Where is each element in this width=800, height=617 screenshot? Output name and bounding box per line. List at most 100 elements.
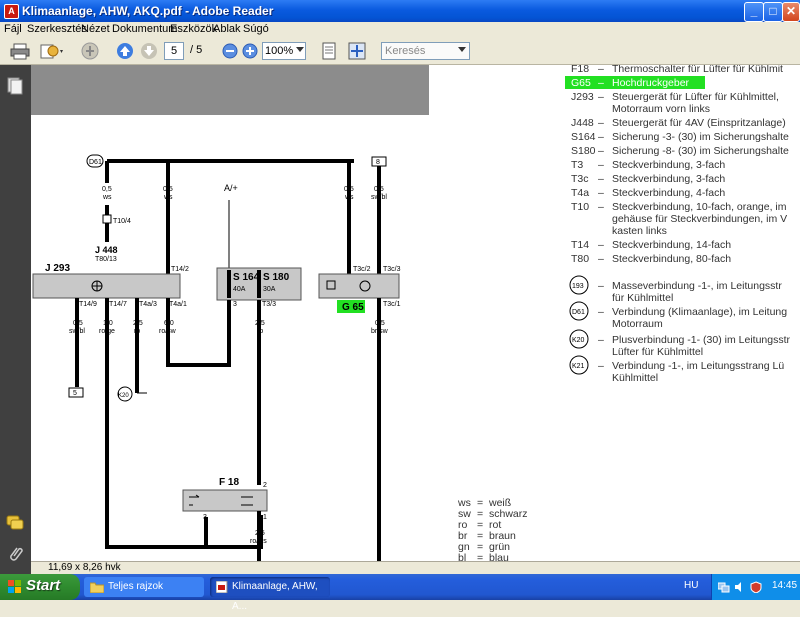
svg-text:K20: K20: [572, 337, 585, 344]
svg-text:Lüfter für Kühlmittel: Lüfter für Kühlmittel: [612, 346, 703, 358]
menu-window[interactable]: Ablak: [213, 23, 241, 35]
svg-text:für Kühlmittel: für Kühlmittel: [612, 292, 673, 304]
security-icon[interactable]: [750, 581, 762, 593]
zoom-dropdown-icon[interactable]: [296, 47, 304, 65]
svg-text:–: –: [598, 173, 604, 185]
language-indicator[interactable]: HU: [684, 580, 698, 591]
svg-text:T14/2: T14/2: [171, 266, 189, 273]
menu-help[interactable]: Súgó: [243, 23, 269, 35]
svg-text:0,5: 0,5: [163, 186, 173, 193]
svg-text:Thermoschalter für Lüfter für: Thermoschalter für Lüfter für Kühlmit: [612, 65, 783, 75]
wire-color-legend: ws = weiß sw = schwarz ro = rot br = bra…: [457, 497, 528, 561]
windows-logo-icon: [8, 580, 21, 593]
task-label: Teljes rajzok: [108, 581, 164, 592]
svg-text:T10: T10: [571, 201, 589, 213]
comments-icon[interactable]: [6, 515, 24, 531]
svg-text:ro/ws: ro/ws: [250, 538, 267, 545]
svg-text:2,5: 2,5: [255, 530, 265, 537]
svg-text:Kühlmittel: Kühlmittel: [612, 372, 658, 384]
svg-text:T3c: T3c: [571, 173, 589, 185]
network-icon[interactable]: [718, 581, 730, 593]
svg-text:S 180: S 180: [263, 272, 290, 283]
volume-icon[interactable]: [734, 581, 746, 593]
svg-text:Steckverbindung, 3-fach: Steckverbindung, 3-fach: [612, 173, 725, 185]
menu-document[interactable]: Dokumentum: [112, 23, 177, 35]
svg-text:T3/3: T3/3: [262, 301, 276, 308]
svg-text:Steckverbindung, 4-fach: Steckverbindung, 4-fach: [612, 187, 725, 199]
print-icon[interactable]: [10, 42, 30, 60]
maximize-button[interactable]: □: [763, 2, 783, 22]
svg-text:bl: bl: [458, 552, 466, 561]
svg-text:G 65: G 65: [342, 302, 364, 313]
start-button[interactable]: Start: [0, 574, 80, 600]
svg-text:=: =: [477, 552, 483, 561]
svg-text:S 164: S 164: [233, 272, 260, 283]
fit-page-icon[interactable]: [320, 42, 338, 60]
svg-text:40A: 40A: [233, 286, 246, 293]
hand-tool-icon[interactable]: [80, 42, 100, 60]
attachments-icon[interactable]: [7, 545, 23, 563]
svg-text:ws: ws: [344, 194, 354, 201]
svg-text:–: –: [598, 360, 604, 372]
svg-text:G65: G65: [571, 77, 591, 89]
svg-text:0,5: 0,5: [73, 320, 83, 327]
page-number-input[interactable]: 5: [164, 42, 184, 60]
minimize-button[interactable]: _: [744, 2, 764, 22]
menu-bar: Fájl Szerkesztés Nézet Dokumentum Eszköz…: [0, 22, 800, 38]
svg-text:–: –: [598, 239, 604, 251]
page-total: / 5: [190, 44, 203, 56]
fit-width-icon[interactable]: [348, 42, 366, 60]
zoom-in-icon[interactable]: [241, 42, 259, 60]
svg-text:T3c/1: T3c/1: [383, 301, 401, 308]
svg-text:T14: T14: [571, 239, 589, 251]
svg-text:–: –: [598, 306, 604, 318]
svg-text:2,5: 2,5: [133, 320, 143, 327]
search-dropdown-icon[interactable]: [458, 47, 466, 65]
svg-text:1: 1: [263, 514, 267, 521]
svg-text:1,0: 1,0: [103, 320, 113, 327]
menu-tools[interactable]: Eszközök: [170, 23, 217, 35]
folder-icon: [90, 582, 104, 593]
svg-text:Steckverbindung, 80-fach: Steckverbindung, 80-fach: [612, 253, 731, 265]
svg-text:J 448: J 448: [95, 245, 118, 255]
taskbar-item-adobe-reader[interactable]: Klimaanlage, AHW, A...: [210, 577, 330, 612]
svg-text:ro: ro: [134, 328, 140, 335]
svg-text:kasten links: kasten links: [612, 225, 667, 237]
document-view[interactable]: D61 8 0,5 ws 0,5 ws 0,5 ws 0,5 sw/bl T10…: [31, 65, 800, 561]
svg-text:T80: T80: [571, 253, 589, 265]
search-placeholder: Keresés: [385, 45, 426, 57]
svg-text:Steckverbindung, 3-fach: Steckverbindung, 3-fach: [612, 159, 725, 171]
svg-text:2,5: 2,5: [255, 320, 265, 327]
svg-text:T3: T3: [571, 159, 583, 171]
ground-d61: D61: [86, 154, 104, 168]
window-title: Klimaanlage, AHW, AKQ.pdf - Adobe Reader: [22, 4, 274, 18]
svg-text:T14/7: T14/7: [109, 301, 127, 308]
svg-text:–: –: [598, 145, 604, 157]
previous-page-edge: [31, 65, 429, 115]
menu-edit[interactable]: Szerkesztés: [27, 23, 87, 35]
svg-text:0,5: 0,5: [374, 186, 384, 193]
taskbar-item-teljes-rajzok[interactable]: Teljes rajzok: [84, 577, 204, 597]
page-size-label: 11,69 x 8,26 hvk: [48, 562, 121, 573]
svg-text:D61: D61: [89, 159, 102, 166]
zoom-out-icon[interactable]: [221, 42, 239, 60]
menu-file[interactable]: Fájl: [4, 23, 22, 35]
search-input[interactable]: Keresés: [381, 42, 470, 60]
title-bar[interactable]: A Klimaanlage, AHW, AKQ.pdf - Adobe Read…: [0, 0, 800, 22]
collaborate-icon[interactable]: [40, 42, 66, 60]
svg-text:–: –: [598, 201, 604, 213]
svg-text:ws: ws: [163, 194, 173, 201]
menu-view[interactable]: Nézet: [81, 23, 110, 35]
pages-icon[interactable]: [7, 77, 23, 95]
svg-text:sw/bl: sw/bl: [69, 328, 85, 335]
connector-k20: K20: [117, 386, 133, 402]
taskbar: Start Teljes rajzok Klimaanlage, AHW, A.…: [0, 574, 800, 612]
svg-text:–: –: [598, 253, 604, 265]
status-bar: 11,69 x 8,26 hvk: [31, 561, 800, 575]
previous-page-icon[interactable]: [116, 42, 134, 60]
clock[interactable]: 14:45: [772, 580, 797, 591]
next-page-icon[interactable]: [140, 42, 158, 60]
close-button[interactable]: ✕: [782, 2, 800, 22]
svg-text:0,5: 0,5: [375, 320, 385, 327]
adobe-reader-icon: A: [4, 4, 19, 19]
